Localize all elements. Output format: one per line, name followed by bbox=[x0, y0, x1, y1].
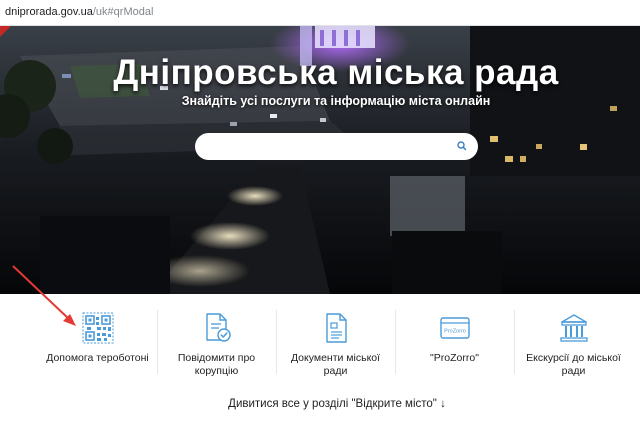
service-tile-council-documents[interactable]: Документи міської ради bbox=[276, 298, 395, 386]
search-input[interactable] bbox=[207, 137, 447, 156]
page-title: Дніпровська міська рада bbox=[113, 53, 559, 92]
url-path: /uk#qrModal bbox=[92, 6, 154, 18]
search-bar[interactable] bbox=[195, 133, 478, 160]
url-text[interactable]: dniprorada.gov.ua/uk#qrModal bbox=[5, 6, 153, 18]
document-icon bbox=[326, 313, 347, 343]
service-tile-excursions[interactable]: Екскурсії до міської ради bbox=[514, 298, 633, 386]
service-tile-teroboron[interactable]: Допомога тероботоні bbox=[38, 298, 157, 386]
building-icon bbox=[560, 314, 588, 342]
service-tile-corruption-report[interactable]: Повідомити про корупцію bbox=[157, 298, 276, 386]
service-label: "ProZorro" bbox=[430, 352, 479, 364]
service-label: Повідомити про корупцію bbox=[177, 352, 256, 377]
browser-address-bar[interactable]: dniprorada.gov.ua/uk#qrModal bbox=[0, 0, 640, 26]
search-icon bbox=[457, 141, 467, 151]
url-domain: dniprorada.gov.ua bbox=[5, 6, 93, 18]
prozorro-icon: ProZorro bbox=[440, 317, 470, 339]
corner-marker bbox=[0, 26, 11, 37]
svg-text:ProZorro: ProZorro bbox=[444, 329, 466, 335]
service-label: Екскурсії до міської ради bbox=[526, 352, 621, 377]
service-label: Допомога тероботоні bbox=[46, 352, 149, 364]
open-city-link[interactable]: Дивитися все у розділі "Відкрите місто" … bbox=[0, 398, 640, 410]
qr-code-icon bbox=[82, 312, 114, 344]
service-tile-prozorro[interactable]: ProZorro "ProZorro" bbox=[395, 298, 514, 386]
search-button[interactable] bbox=[454, 138, 471, 155]
service-label: Документи міської ради bbox=[290, 352, 381, 377]
services-row: Допомога тероботоні Повідомити про коруп… bbox=[38, 298, 633, 386]
hero-banner: Дніпровська міська рада Знайдіть усі пос… bbox=[0, 26, 640, 294]
document-check-icon bbox=[206, 313, 231, 342]
page-subtitle: Знайдіть усі послуги та інформацію міста… bbox=[181, 94, 491, 108]
